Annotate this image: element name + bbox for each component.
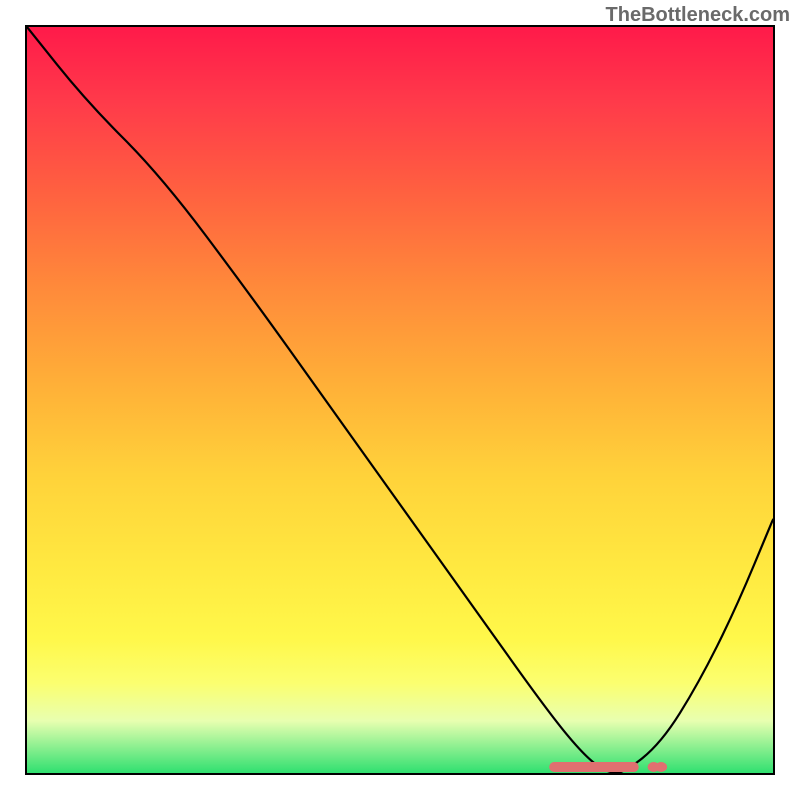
chart-plot-area [25, 25, 775, 775]
watermark-text: TheBottleneck.com [606, 4, 790, 27]
chart-gradient-background [27, 27, 773, 773]
